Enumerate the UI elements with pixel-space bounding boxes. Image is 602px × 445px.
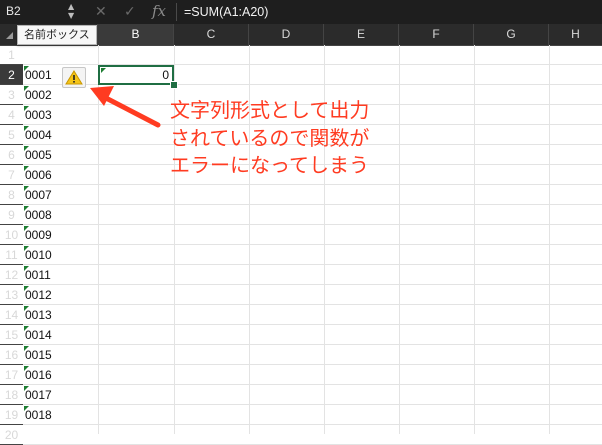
- red-arrow-icon: [90, 86, 161, 128]
- annotation-line: エラーになってしまう: [170, 153, 369, 177]
- annotation-line: されているので関数が: [170, 125, 370, 150]
- annotation-text: 文字列形式として出力 されているので関数が エラーになってしまう: [170, 97, 369, 180]
- annotation-line: 文字列形式として出力: [170, 98, 370, 122]
